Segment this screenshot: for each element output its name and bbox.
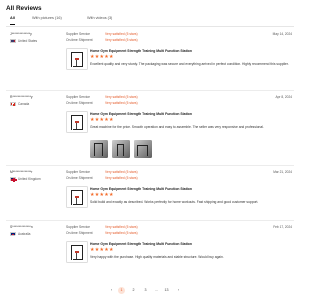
- pagination: ‹ 1 2 3 ... 13 ›: [0, 287, 300, 295]
- country-name: Australia: [18, 232, 31, 236]
- reviewer-country: Canada: [10, 102, 29, 106]
- page-2-button[interactable]: 2: [130, 287, 137, 294]
- ontime-shipment-rating: Very satisfied (5 stars): [105, 176, 138, 180]
- review-photo[interactable]: [112, 140, 130, 158]
- reviewer-name: S**************n: [10, 225, 33, 229]
- reviewer-name: M**************r: [10, 170, 33, 174]
- review-comment: Great machine for the price. Smooth oper…: [90, 125, 264, 129]
- australia-flag-icon: [10, 232, 16, 236]
- product-title[interactable]: Home Gym Equipment Strength Training Mul…: [90, 187, 192, 191]
- review-photo[interactable]: [134, 140, 152, 158]
- review-date: May 14, 2024: [272, 32, 292, 36]
- supplier-service-label: Supplier Service: [66, 32, 91, 36]
- supplier-service-rating: Very satisfied (5 stars): [105, 95, 138, 99]
- us-flag-icon: [10, 39, 16, 43]
- review-divider: [6, 165, 294, 166]
- reviewer-country: United States: [10, 39, 37, 43]
- review-comment: Excellent quality and very sturdy. The p…: [90, 62, 289, 66]
- next-page-button[interactable]: ›: [175, 287, 182, 294]
- review-item: J**************y United States Supplier …: [6, 32, 294, 90]
- supplier-service-rating: Very satisfied (5 stars): [105, 225, 138, 229]
- reviewer-name: R**************y: [10, 95, 33, 99]
- page-1-button[interactable]: 1: [118, 287, 125, 294]
- tab-with-videos[interactable]: With videos (3): [87, 16, 112, 20]
- reviews-page: All Reviews All With pictures (16) With …: [0, 0, 300, 300]
- product-thumbnail[interactable]: [66, 186, 88, 208]
- gym-station-icon: [71, 115, 83, 130]
- ontime-shipment-rating: Very satisfied (5 stars): [105, 101, 138, 105]
- gym-station-icon: [71, 190, 83, 205]
- supplier-service-label: Supplier Service: [66, 170, 91, 174]
- review-comment: Very happy with the purchase. High quali…: [90, 255, 224, 259]
- review-comment: Solid build and exactly as described. Wo…: [90, 200, 259, 204]
- star-rating: ★★★★★: [90, 192, 114, 198]
- product-title[interactable]: Home Gym Equipment Strength Training Mul…: [90, 49, 192, 53]
- supplier-service-label: Supplier Service: [66, 95, 91, 99]
- star-rating: ★★★★★: [90, 247, 114, 253]
- gym-station-icon: [71, 245, 83, 260]
- product-thumbnail[interactable]: [66, 111, 88, 133]
- tab-with-pictures[interactable]: With pictures (16): [32, 16, 62, 20]
- star-rating: ★★★★★: [90, 117, 114, 123]
- product-title[interactable]: Home Gym Equipment Strength Training Mul…: [90, 242, 192, 246]
- ontime-shipment-label: On-time Shipment: [66, 101, 93, 105]
- review-date: Mar 21, 2024: [273, 170, 292, 174]
- review-date: Apr 8, 2024: [275, 95, 292, 99]
- supplier-service-label: Supplier Service: [66, 225, 91, 229]
- star-rating: ★★★★★: [90, 54, 114, 60]
- ontime-shipment-rating: Very satisfied (5 stars): [105, 38, 138, 42]
- prev-page-button[interactable]: ‹: [108, 287, 115, 294]
- gym-station-icon: [71, 52, 83, 67]
- country-name: Canada: [18, 102, 30, 106]
- canada-flag-icon: [10, 102, 16, 106]
- active-tab-indicator: [10, 23, 15, 25]
- ontime-shipment-label: On-time Shipment: [66, 176, 93, 180]
- supplier-service-rating: Very satisfied (5 stars): [105, 32, 138, 36]
- country-name: United States: [18, 39, 38, 43]
- review-tabs: All With pictures (16) With videos (3): [6, 16, 294, 27]
- tab-all[interactable]: All: [10, 16, 15, 20]
- country-name: United Kingdom: [18, 177, 41, 181]
- page-13-button[interactable]: 13: [163, 287, 170, 294]
- review-item: M**************r United Kingdom Supplier…: [6, 170, 294, 220]
- reviewer-name: J**************y: [10, 32, 32, 36]
- review-divider: [6, 90, 294, 91]
- product-title[interactable]: Home Gym Equipment Strength Training Mul…: [90, 112, 192, 116]
- supplier-service-rating: Very satisfied (5 stars): [105, 170, 138, 174]
- page-title: All Reviews: [6, 5, 42, 12]
- reviewer-country: United Kingdom: [10, 177, 41, 182]
- review-photo[interactable]: [90, 140, 108, 158]
- ontime-shipment-rating: Very satisfied (5 stars): [105, 231, 138, 235]
- review-item: S**************n Australia Supplier Serv…: [6, 225, 294, 283]
- reviewer-country: Australia: [10, 232, 30, 236]
- product-thumbnail[interactable]: [66, 48, 88, 70]
- page-3-button[interactable]: 3: [142, 287, 149, 294]
- review-item: R**************y Canada Supplier Service…: [6, 95, 294, 165]
- review-date: Feb 17, 2024: [273, 225, 292, 229]
- pagination-ellipsis: ...: [155, 288, 158, 292]
- ontime-shipment-label: On-time Shipment: [66, 38, 93, 42]
- ontime-shipment-label: On-time Shipment: [66, 231, 93, 235]
- review-divider: [6, 220, 294, 221]
- uk-flag-icon: [10, 177, 17, 182]
- product-thumbnail[interactable]: [66, 241, 88, 263]
